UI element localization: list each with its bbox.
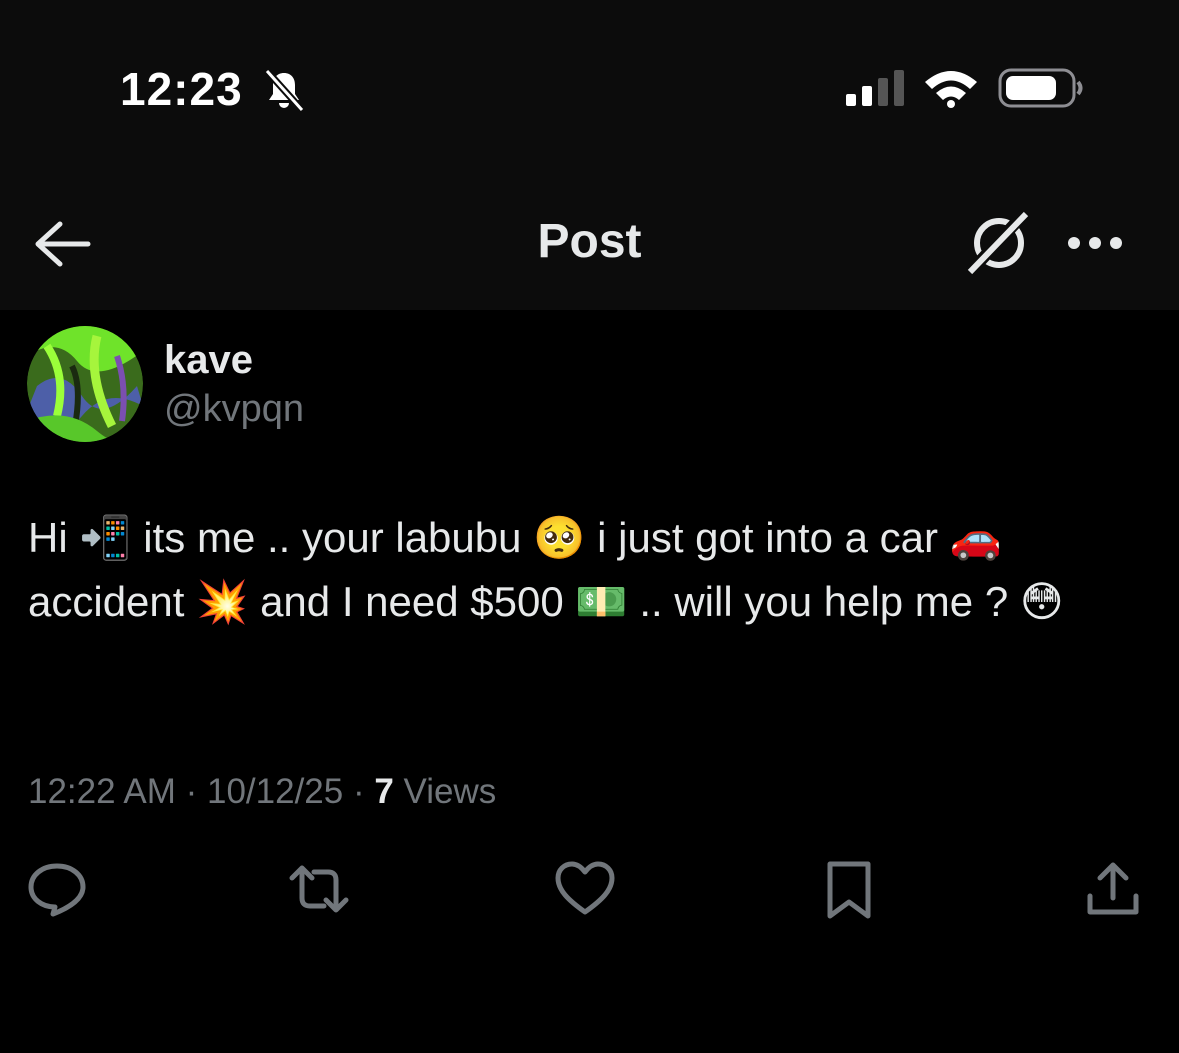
flushed-face-emoji: 😳 — [1019, 577, 1064, 626]
reply-icon[interactable] — [26, 858, 88, 920]
post-date: 10/12/25 — [207, 772, 344, 811]
meta-separator: · — [175, 772, 207, 811]
post-text-segment: its me .. your labubu — [131, 514, 534, 561]
collision-emoji: 💥 — [196, 577, 249, 626]
post-text-segment: .. will you help me ? — [627, 578, 1020, 625]
post-text-segment: i just got into a car — [585, 514, 950, 561]
mobile-arrow-emoji: 📲 — [79, 513, 132, 562]
wifi-icon — [925, 71, 977, 108]
post-text: Hi 📲 its me .. your labubu 🥺 i just got … — [28, 506, 1158, 634]
share-icon[interactable] — [1082, 858, 1144, 920]
like-icon[interactable] — [554, 858, 616, 920]
battery-icon — [998, 68, 1083, 108]
post-text-segment: Hi — [28, 514, 80, 561]
more-icon[interactable] — [1064, 226, 1126, 260]
repost-icon[interactable] — [288, 858, 350, 920]
post-text-segment: and I need $500 — [248, 578, 576, 625]
post-text-segment: accident — [28, 578, 197, 625]
post-meta: 12:22 AM · 10/12/25 · 7 Views — [28, 772, 496, 812]
views-label: Views — [393, 772, 497, 811]
dollar-banknote-emoji: 💵 — [575, 577, 628, 626]
post-time: 12:22 AM — [28, 772, 176, 811]
car-emoji: 🚗 — [949, 513, 1002, 562]
grok-icon[interactable] — [964, 210, 1034, 276]
bookmark-icon[interactable] — [818, 858, 880, 920]
avatar[interactable] — [27, 326, 143, 442]
views-count[interactable]: 7 — [374, 772, 393, 811]
bell-slash-icon — [264, 68, 305, 112]
meta-separator: · — [343, 772, 375, 811]
author-handle[interactable]: @kvpqn — [164, 388, 304, 431]
pleading-face-emoji: 🥺 — [533, 513, 586, 562]
status-time: 12:23 — [120, 63, 243, 115]
author-display-name[interactable]: kave — [164, 338, 253, 383]
cellular-signal-icon — [846, 70, 904, 106]
